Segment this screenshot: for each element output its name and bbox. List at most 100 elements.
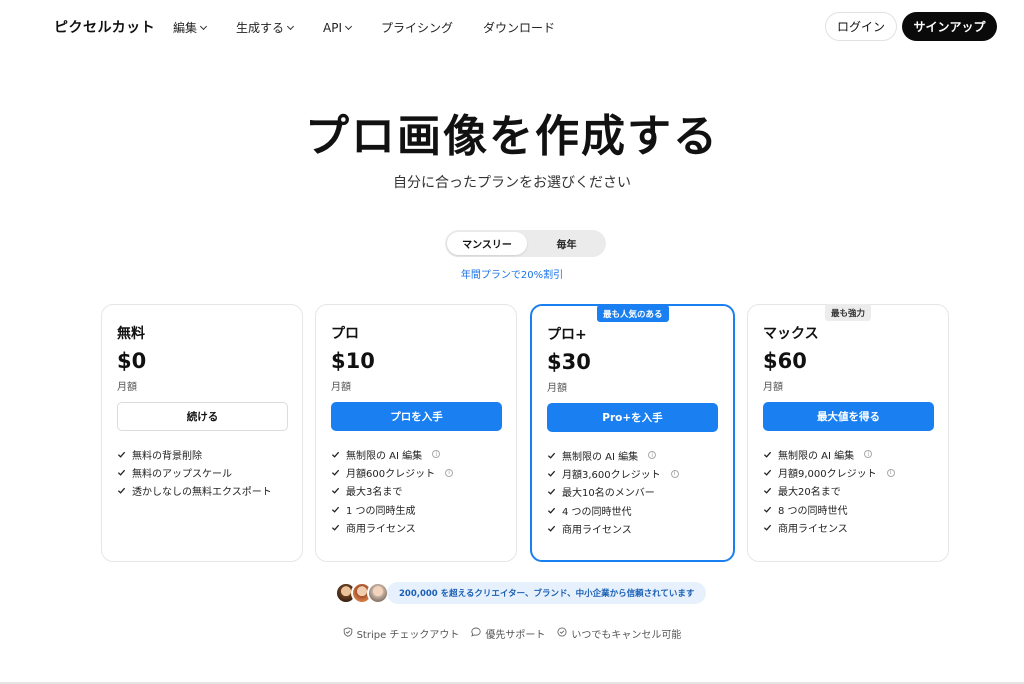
billing-toggle: マンスリー 毎年 — [445, 230, 606, 257]
shield-icon — [343, 627, 357, 640]
feature-text: 最大10名のメンバー — [562, 488, 655, 500]
logo[interactable]: ピクセルカット — [54, 17, 155, 37]
feature-item: 商用ライセンス — [547, 520, 679, 538]
note-support: 優先サポート — [471, 626, 545, 641]
page-subtitle: 自分に合ったプランをお選びください — [393, 175, 631, 191]
note-cancel: いつでもキャンセル可能 — [557, 626, 681, 641]
plan-card-pro-plus: 最も人気のある プロ+ $30 月額 Pro+を入手 無制限の AI 編集 i 月… — [530, 304, 735, 562]
check-icon — [547, 524, 556, 533]
check-icon — [117, 450, 126, 459]
signup-button[interactable]: サインアップ — [902, 12, 997, 41]
feature-text: 透かしなしの無料エクスポート — [132, 487, 272, 499]
feature-item: 月額9,000クレジット i — [763, 463, 895, 481]
billing-yearly-option[interactable]: 毎年 — [529, 232, 604, 255]
feature-text: 無制限の AI 編集 — [778, 450, 855, 462]
continue-button[interactable]: 続ける — [117, 402, 288, 431]
login-button[interactable]: ログイン — [825, 12, 897, 41]
feature-text: 1 つの同時生成 — [346, 505, 416, 517]
get-pro-plus-button[interactable]: Pro+を入手 — [547, 403, 718, 432]
feature-text: 8 つの同時世代 — [778, 505, 848, 517]
feature-text: 月額3,600クレジット — [562, 470, 661, 482]
feature-text: 商用ライセンス — [346, 524, 416, 536]
nav-links: 編集 生成する API プライシング ダウンロード — [173, 19, 555, 36]
chevron-down-icon — [286, 22, 295, 30]
note-label: 優先サポート — [485, 630, 546, 641]
feature-item: 無制限の AI 編集 i — [763, 445, 895, 463]
check-icon — [763, 450, 772, 459]
feature-list: 無制限の AI 編集 i 月額600クレジット i 最大3名まで 1 つの同時生成 … — [331, 445, 454, 537]
check-icon — [331, 505, 340, 514]
info-icon[interactable]: i — [648, 451, 657, 460]
plan-card-pro: プロ $10 月額 プロを入手 無制限の AI 編集 i 月額600クレジット i … — [315, 304, 517, 562]
top-nav: ピクセルカット 編集 生成する API プライシング ダウンロード ログイン サ… — [0, 0, 1024, 52]
nav-api[interactable]: API — [323, 19, 353, 36]
feature-item: 1 つの同時生成 — [331, 500, 453, 518]
feature-item: 透かしなしの無料エクスポート — [117, 482, 272, 500]
feature-list: 無制限の AI 編集 i 月額3,600クレジット i 最大10名のメンバー 4 つ… — [547, 446, 679, 538]
clock-icon — [557, 627, 571, 640]
feature-item: 最大3名まで — [331, 482, 453, 500]
plan-period: 月額 — [763, 382, 783, 393]
feature-list: 無料の背景削除 無料のアップスケール 透かしなしの無料エクスポート — [117, 445, 272, 500]
plan-name: 無料 — [117, 326, 145, 342]
feature-text: 月額600クレジット — [346, 469, 436, 481]
check-icon — [331, 523, 340, 532]
check-icon — [763, 468, 772, 477]
plan-price: $0 — [117, 349, 147, 373]
plan-period: 月額 — [331, 382, 351, 393]
plan-price: $10 — [331, 349, 375, 373]
check-icon — [331, 450, 340, 459]
info-icon[interactable]: i — [432, 450, 441, 459]
check-icon — [763, 486, 772, 495]
feature-item: 月額3,600クレジット i — [547, 464, 679, 482]
get-pro-button[interactable]: プロを入手 — [331, 402, 502, 431]
check-icon — [547, 469, 556, 478]
chevron-down-icon — [199, 22, 208, 30]
nav-edit[interactable]: 編集 — [173, 19, 208, 36]
plan-price: $60 — [763, 349, 807, 373]
info-icon[interactable]: i — [886, 468, 895, 477]
info-icon[interactable]: i — [670, 469, 679, 478]
info-icon[interactable]: i — [864, 450, 873, 459]
plan-card-free: 無料 $0 月額 続ける 無料の背景削除 無料のアップスケール 透かしなしの無料… — [101, 304, 303, 562]
feature-item: 商用ライセンス — [331, 519, 453, 537]
plan-period: 月額 — [547, 383, 567, 394]
billing-monthly-option[interactable]: マンスリー — [447, 232, 527, 255]
feature-text: 商用ライセンス — [778, 524, 848, 536]
plan-card-max: 最も強力 マックス $60 月額 最大値を得る 無制限の AI 編集 i 月額9,… — [747, 304, 949, 562]
plan-period: 月額 — [117, 382, 137, 393]
feature-text: 無料の背景削除 — [132, 450, 202, 462]
popular-badge: 最も人気のある — [597, 305, 669, 322]
most-powerful-badge: 最も強力 — [825, 304, 872, 321]
check-icon — [331, 486, 340, 495]
check-icon — [331, 468, 340, 477]
feature-item: 4 つの同時世代 — [547, 501, 679, 519]
checkout-notes: Stripe チェックアウト 優先サポート いつでもキャンセル可能 — [0, 626, 1024, 641]
feature-item: 無制限の AI 編集 i — [547, 446, 679, 464]
feature-text: 無制限の AI 編集 — [346, 450, 423, 462]
check-icon — [547, 506, 556, 515]
chevron-down-icon — [344, 22, 353, 30]
trust-banner: 200,000 を超えるクリエイター、ブランド、中小企業から信頼されています — [335, 581, 707, 605]
nav-edit-label: 編集 — [173, 21, 198, 35]
note-stripe: Stripe チェックアウト — [343, 626, 459, 641]
nav-pricing[interactable]: プライシング — [381, 19, 453, 36]
feature-item: 無料の背景削除 — [117, 445, 272, 463]
check-icon — [117, 486, 126, 495]
feature-item: 無料のアップスケール — [117, 463, 272, 481]
note-label: いつでもキャンセル可能 — [571, 630, 682, 641]
feature-item: 月額600クレジット i — [331, 463, 454, 481]
nav-generate-label: 生成する — [236, 21, 285, 35]
feature-text: 最大3名まで — [346, 487, 403, 499]
feature-text: 無料のアップスケール — [132, 469, 232, 481]
nav-download[interactable]: ダウンロード — [483, 19, 555, 36]
nav-download-label: ダウンロード — [483, 21, 556, 35]
plan-name: プロ+ — [547, 327, 587, 343]
plan-price: $30 — [547, 350, 591, 374]
page-title: プロ画像を作成する — [305, 111, 719, 162]
feature-text: 商用ライセンス — [562, 525, 632, 537]
get-max-button[interactable]: 最大値を得る — [763, 402, 934, 431]
check-icon — [547, 487, 556, 496]
info-icon[interactable]: i — [445, 468, 454, 477]
nav-generate[interactable]: 生成する — [236, 19, 295, 36]
